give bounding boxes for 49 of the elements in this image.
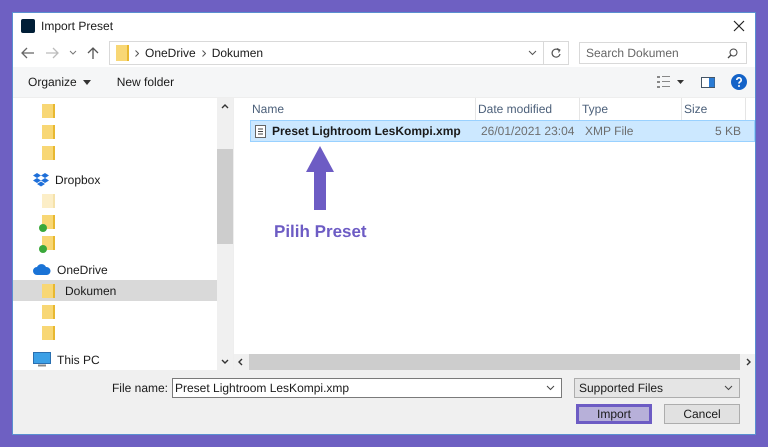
nav-item[interactable]: OneDrive [13, 259, 217, 280]
import-button[interactable]: Import [576, 404, 652, 424]
address-bar[interactable]: OneDrive Dokumen [109, 41, 569, 65]
scrollbar[interactable] [217, 98, 233, 370]
file-row[interactable]: Preset Lightroom LesKompi.xmp 26/01/2021 23:04 XMP File 5 KB [250, 120, 755, 142]
back-icon[interactable] [21, 47, 35, 59]
scroll-up-icon[interactable] [221, 104, 229, 109]
organize-button[interactable]: Organize [23, 73, 96, 91]
annotation-label: Pilih Preset [274, 222, 367, 242]
new-folder-button[interactable]: New folder [112, 73, 180, 91]
search-icon [727, 48, 738, 58]
monitor-icon [33, 352, 51, 368]
chevron-down-icon[interactable] [69, 50, 77, 56]
up-arrow [306, 146, 334, 210]
chevron-down-icon [724, 385, 733, 391]
breadcrumb[interactable]: OneDrive [145, 46, 196, 60]
window-title: Import Preset [41, 19, 114, 33]
folder-icon [116, 45, 129, 61]
chevron-right-icon [135, 50, 139, 56]
help-icon[interactable] [731, 74, 747, 90]
close-icon[interactable] [733, 20, 745, 32]
refresh-icon[interactable] [550, 47, 562, 59]
cloud-icon [33, 264, 51, 276]
breadcrumb[interactable]: Dokumen [212, 46, 264, 60]
search-field[interactable]: Search Dokumen [579, 42, 747, 64]
scroll-left-icon[interactable] [238, 358, 243, 366]
file-name-label: File name: [112, 381, 168, 395]
nav-item[interactable]: Dokumen [13, 280, 217, 302]
view-options-icon[interactable] [657, 76, 685, 88]
nav-item[interactable]: This PC [13, 349, 217, 370]
folder-icon [42, 125, 55, 140]
preview-pane-icon[interactable] [701, 76, 715, 88]
chevron-down-icon[interactable] [528, 50, 537, 56]
chevron-down-icon[interactable] [546, 385, 555, 391]
folder-icon [42, 146, 55, 160]
scrollbar[interactable] [234, 354, 755, 370]
file-type-dropdown[interactable]: Supported Files [574, 378, 740, 398]
app-icon [21, 19, 35, 33]
chevron-right-icon [202, 50, 206, 56]
cancel-button[interactable]: Cancel [664, 404, 740, 424]
caret-icon [82, 80, 91, 84]
up-icon[interactable] [87, 46, 99, 60]
file-icon [255, 124, 266, 138]
folder-icon [42, 104, 55, 118]
dropbox-icon [33, 173, 49, 188]
scroll-right-icon[interactable] [746, 358, 751, 366]
scroll-down-icon[interactable] [221, 359, 229, 364]
file-name-field[interactable]: Preset Lightroom LesKompi.xmp [172, 378, 562, 398]
nav-item[interactable]: Dropbox [13, 170, 217, 191]
